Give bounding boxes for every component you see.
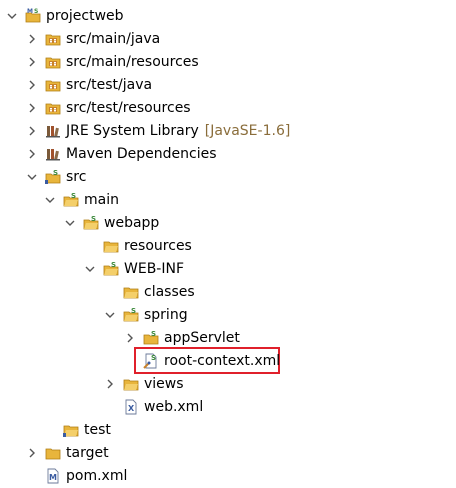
folder-icon [44, 444, 62, 462]
spring-folder-icon: S [62, 191, 80, 209]
spring-folder-icon: S [122, 306, 140, 324]
svg-text:S: S [53, 169, 58, 177]
tree-item-views[interactable]: views [102, 372, 184, 395]
tree-item-label: target [66, 444, 109, 461]
tree-item-pom-xml[interactable]: M pom.xml [24, 464, 127, 487]
svg-text:S: S [131, 307, 136, 315]
tree-item-web-inf[interactable]: S WEB-INF [82, 257, 184, 280]
tree-item-label: JRE System Library [66, 122, 199, 139]
tree-item-web-xml[interactable]: X web.xml [102, 395, 203, 418]
tree-item-label: src/test/resources [66, 99, 191, 116]
chevron-down-icon[interactable] [42, 192, 58, 208]
tree-item-src[interactable]: S src [24, 165, 86, 188]
chevron-down-icon[interactable] [102, 307, 118, 323]
tree-item-appservlet[interactable]: S appServlet [122, 326, 240, 349]
chevron-right-icon[interactable] [24, 31, 40, 47]
tree-item-target[interactable]: target [24, 441, 109, 464]
svg-text:S: S [151, 354, 156, 362]
tree-item-label: resources [124, 237, 192, 254]
tree-item-label: appServlet [164, 329, 240, 346]
source-folder-icon [44, 30, 62, 48]
tree-item-label: webapp [104, 214, 160, 231]
chevron-right-icon[interactable] [24, 445, 40, 461]
chevron-right-icon[interactable] [24, 54, 40, 70]
chevron-right-icon[interactable] [24, 146, 40, 162]
xml-file-icon: X [122, 398, 140, 416]
chevron-down-icon[interactable] [62, 215, 78, 231]
spring-folder-icon: S [82, 214, 100, 232]
source-folder-icon [44, 76, 62, 94]
chevron-down-icon[interactable] [24, 169, 40, 185]
folder-icon [102, 237, 120, 255]
tree-item-label: src/main/java [66, 30, 161, 47]
maven-project-icon: MS [24, 7, 42, 25]
tree-item-resources[interactable]: resources [82, 234, 192, 257]
tree-item-label: web.xml [144, 398, 204, 415]
tree-item-webapp[interactable]: S webapp [62, 211, 159, 234]
tree-item-classes[interactable]: classes [102, 280, 195, 303]
spring-folder-icon: S [102, 260, 120, 278]
tree-item-label: src [66, 168, 87, 185]
folder-icon [62, 421, 80, 439]
tree-item-src-test-java[interactable]: src/test/java [24, 73, 152, 96]
tree-item-root-context-xml[interactable]: S root-context.xml [122, 349, 280, 372]
tree-item-projectweb[interactable]: MS projectweb [4, 4, 124, 27]
chevron-down-icon[interactable] [82, 261, 98, 277]
tree-item-src-test-resources[interactable]: src/test/resources [24, 96, 191, 119]
chevron-down-icon[interactable] [4, 8, 20, 24]
svg-text:M: M [49, 473, 57, 482]
spring-xml-file-icon: S [142, 352, 160, 370]
source-folder-icon [44, 99, 62, 117]
tree-item-src-main-java[interactable]: src/main/java [24, 27, 160, 50]
svg-text:S: S [34, 8, 38, 15]
tree-item-label: classes [144, 283, 195, 300]
tree-item-label: src/main/resources [66, 53, 199, 70]
library-icon [44, 122, 62, 140]
tree-item-test[interactable]: test [42, 418, 111, 441]
tree-item-jre-system-library[interactable]: JRE System Library [JavaSE-1.6] [24, 119, 290, 142]
chevron-right-icon[interactable] [24, 100, 40, 116]
tree-item-decoration: [JavaSE-1.6] [204, 122, 291, 139]
source-folder-icon [44, 53, 62, 71]
chevron-right-icon[interactable] [102, 376, 118, 392]
tree-item-label: WEB-INF [124, 260, 184, 277]
tree-item-label: src/test/java [66, 76, 153, 93]
svg-text:S: S [111, 261, 116, 269]
tree-item-label: root-context.xml [164, 352, 281, 369]
tree-item-maven-dependencies[interactable]: Maven Dependencies [24, 142, 217, 165]
svg-text:S: S [91, 215, 96, 223]
maven-file-icon: M [44, 467, 62, 485]
tree-item-label: spring [144, 306, 188, 323]
project-explorer-tree: MS projectweb src/main/java src/main/res… [0, 0, 456, 488]
chevron-right-icon[interactable] [122, 330, 138, 346]
tree-item-label: projectweb [46, 7, 124, 24]
tree-item-label: Maven Dependencies [66, 145, 217, 162]
tree-item-spring[interactable]: S spring [102, 303, 188, 326]
svg-text:S: S [151, 330, 156, 338]
tree-item-label: views [144, 375, 184, 392]
spring-folder-icon: S [142, 329, 160, 347]
spring-folder-icon: S [44, 168, 62, 186]
chevron-right-icon[interactable] [24, 123, 40, 139]
tree-item-label: test [84, 421, 111, 438]
tree-item-label: main [84, 191, 119, 208]
library-icon [44, 145, 62, 163]
tree-item-label: pom.xml [66, 467, 128, 484]
folder-icon [122, 283, 140, 301]
folder-icon [122, 375, 140, 393]
svg-text:X: X [128, 404, 135, 413]
tree-item-main[interactable]: S main [42, 188, 119, 211]
svg-text:M: M [27, 8, 33, 15]
svg-text:S: S [71, 192, 76, 200]
chevron-right-icon[interactable] [24, 77, 40, 93]
tree-item-src-main-resources[interactable]: src/main/resources [24, 50, 199, 73]
